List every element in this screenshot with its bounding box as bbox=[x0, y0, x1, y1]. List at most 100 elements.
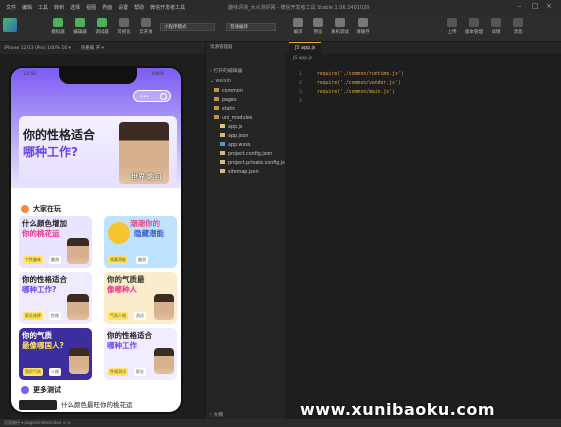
window-title: 趣味评测_大众测评网 - 微信开发者工具 Stable 1.06.2401020 bbox=[228, 5, 370, 11]
editor-button[interactable]: 编辑器 bbox=[69, 18, 91, 35]
popular-section-title: 大家在玩 bbox=[21, 204, 61, 214]
more-icon[interactable]: ••• bbox=[140, 94, 149, 100]
banner-title-1: 你的性格适合 bbox=[23, 128, 96, 142]
device-select[interactable]: iPhone 12/13 (Pro) 100% 16 ▾ bbox=[4, 46, 71, 51]
upload-icon bbox=[447, 18, 457, 27]
file-item[interactable]: app.js bbox=[206, 124, 286, 132]
file-item[interactable]: sitemap.json bbox=[206, 169, 286, 177]
broom-icon bbox=[358, 18, 368, 27]
quiz-card-3[interactable]: 你的性格适合 哪种工作? 职业选择 性格 bbox=[19, 272, 92, 324]
tab-app-js[interactable]: JS app.js bbox=[289, 42, 322, 54]
folder-icon bbox=[214, 115, 219, 119]
status-time: 13:50 bbox=[23, 72, 36, 77]
maximize-icon[interactable]: □ bbox=[532, 2, 539, 10]
device-icon bbox=[335, 18, 345, 27]
menu-settings[interactable]: 设置 bbox=[118, 4, 128, 11]
compile-mode-select[interactable]: 普通编译 bbox=[226, 23, 276, 31]
folder-icon bbox=[214, 88, 219, 92]
menu-select[interactable]: 选择 bbox=[70, 4, 80, 11]
layout-icon bbox=[119, 18, 129, 27]
quiz-card-5[interactable]: 你的气质 最像哪国人? 国民气质 人格 bbox=[19, 328, 92, 380]
mode-select[interactable]: 小程序模式 bbox=[160, 23, 215, 31]
menu-capsule[interactable]: ••• bbox=[133, 90, 171, 102]
file-item[interactable]: project.private.config.js... bbox=[206, 160, 289, 168]
detail-button[interactable]: 详情 bbox=[485, 18, 507, 35]
file-item[interactable]: project.config.json bbox=[206, 151, 286, 159]
line-number: 3 bbox=[299, 90, 302, 95]
file-item[interactable]: uni_modules bbox=[206, 115, 286, 123]
simulator-bar: iPhone 12/13 (Pro) 100% 16 ▾ 热重载 开 ▾ bbox=[0, 42, 205, 54]
editor-tabs: JS app.js bbox=[285, 42, 561, 54]
line-number: 1 bbox=[299, 72, 302, 77]
message-button[interactable]: 消息 bbox=[507, 18, 529, 35]
fire-icon bbox=[21, 205, 29, 213]
banner-title-2: 哪种工作? bbox=[23, 145, 78, 159]
code-line: require('./common/runtime.js') bbox=[317, 72, 404, 77]
file-item[interactable]: common bbox=[206, 88, 286, 96]
cloud-button[interactable]: 云开发 bbox=[135, 18, 157, 35]
open-editors-section[interactable]: › 打开的编辑器 bbox=[206, 68, 286, 76]
bottom-card[interactable]: 什么颜色最旺你的桃花运 bbox=[19, 398, 177, 412]
card-image bbox=[69, 348, 89, 374]
quiz-card-4[interactable]: 你的气质最 像哪种人 气质人格 测试 bbox=[104, 272, 177, 324]
file-item[interactable]: app.wxss bbox=[206, 142, 286, 150]
preview-button[interactable]: 预览 bbox=[307, 18, 329, 35]
quiz-card-1[interactable]: 什么颜色增加 你的桃花运 个性趣味 趣测 bbox=[19, 216, 92, 268]
bottom-card-image bbox=[19, 400, 57, 410]
line-number: 2 bbox=[299, 81, 302, 86]
grid-icon bbox=[21, 386, 29, 394]
file-icon bbox=[220, 151, 225, 155]
card-image bbox=[154, 294, 174, 320]
quiz-card-2[interactable]: 潮潮你的 隐藏潜能 隐藏潜能 趣测 bbox=[104, 216, 177, 268]
real-debug-button[interactable]: 真机调试 bbox=[329, 18, 351, 35]
cloud-icon bbox=[141, 18, 151, 27]
file-item[interactable]: pages bbox=[206, 97, 286, 105]
card-image bbox=[67, 294, 89, 320]
minimize-icon[interactable]: – bbox=[518, 2, 522, 10]
refresh-icon bbox=[293, 18, 303, 27]
debug-icon bbox=[97, 18, 107, 27]
toolbar: 模拟器 编辑器 调试器 可视化 云开发 小程序模式 普通编译 编译 预览 真机调… bbox=[0, 14, 561, 42]
code-editor: JS app.js JS app.js 1 require('./common/r… bbox=[285, 42, 561, 419]
simulator-area: 13:50 100% ••• 你的性格适合 哪种工作? 世界·趣问 大家在玩 什… bbox=[0, 54, 205, 419]
code-icon bbox=[75, 18, 85, 27]
file-item[interactable]: static bbox=[206, 106, 286, 114]
banner[interactable]: 你的性格适合 哪种工作? 世界·趣问 bbox=[19, 116, 177, 188]
project-folder[interactable]: ⌄ weixin bbox=[206, 78, 286, 86]
menu-tools[interactable]: 工具 bbox=[38, 4, 48, 11]
visual-button[interactable]: 可视化 bbox=[113, 18, 135, 35]
phone-notch bbox=[59, 68, 137, 84]
menu-edit[interactable]: 编辑 bbox=[22, 4, 32, 11]
file-item[interactable]: app.json bbox=[206, 133, 286, 141]
upload-button[interactable]: 上传 bbox=[441, 18, 463, 35]
version-button[interactable]: 版本管理 bbox=[463, 18, 485, 35]
menu-goto[interactable]: 转到 bbox=[54, 4, 64, 11]
folder-icon bbox=[214, 106, 219, 110]
menu-devtools[interactable]: 微信开发者工具 bbox=[150, 4, 185, 11]
folder-icon bbox=[214, 97, 219, 101]
compile-button[interactable]: 编译 bbox=[287, 18, 309, 35]
menu-bar: 文件 编辑 工具 转到 选择 视图 界面 设置 帮助 微信开发者工具 趣味评测_… bbox=[0, 0, 561, 14]
menu-file[interactable]: 文件 bbox=[6, 4, 16, 11]
eye-icon bbox=[313, 18, 323, 27]
simulator-button[interactable]: 模拟器 bbox=[47, 18, 69, 35]
branch-icon bbox=[469, 18, 479, 27]
watermark: www.xunibaoku.com bbox=[300, 400, 495, 419]
menu-view[interactable]: 视图 bbox=[86, 4, 96, 11]
debugger-button[interactable]: 调试器 bbox=[91, 18, 113, 35]
clear-cache-button[interactable]: 清缓存 bbox=[352, 18, 374, 35]
menu-help[interactable]: 帮助 bbox=[134, 4, 144, 11]
breadcrumb: JS app.js bbox=[293, 56, 313, 61]
close-icon[interactable]: × bbox=[546, 2, 552, 10]
avatar[interactable] bbox=[3, 18, 17, 32]
close-circle-icon[interactable] bbox=[160, 93, 167, 100]
quiz-card-6[interactable]: 你的性格适合 哪种工作 性格测试 职业 bbox=[104, 328, 177, 380]
file-icon bbox=[220, 160, 225, 164]
menu-ui[interactable]: 界面 bbox=[102, 4, 112, 11]
hot-reload-select[interactable]: 热重载 开 ▾ bbox=[81, 45, 104, 51]
more-section-title: 更多测试 bbox=[21, 385, 61, 395]
banner-subtitle: 世界·趣问 bbox=[131, 173, 162, 181]
tiger-mascot-image bbox=[108, 222, 130, 244]
status-battery: 100% bbox=[151, 72, 164, 77]
card-image bbox=[154, 348, 174, 374]
